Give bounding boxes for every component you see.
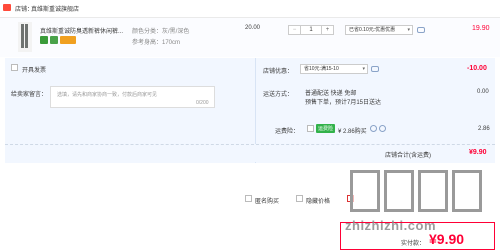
freight-insurance-checkbox[interactable] <box>307 125 314 132</box>
help-icon[interactable] <box>370 125 377 132</box>
shop-coupon-amount: -10.00 <box>467 65 487 72</box>
shipping-label: 运送方式： <box>263 92 294 98</box>
guarantee-icon <box>50 36 58 44</box>
shop-total-label: 店铺合计(含运费) <box>385 153 431 159</box>
coupon-info-icon[interactable] <box>371 66 379 72</box>
product-size: 参考身高：170cm <box>132 40 181 46</box>
paid-label: 实付款： <box>401 241 426 247</box>
anonymous-checkbox[interactable] <box>245 195 252 202</box>
item-discount-select[interactable]: 已省0.10元:优惠优惠 ▾ <box>345 25 413 35</box>
info-icon[interactable] <box>379 125 386 132</box>
unit-price: 20.00 <box>245 25 261 31</box>
chevron-down-icon: ▾ <box>362 66 365 72</box>
quantity-input[interactable]: 1 <box>301 26 321 34</box>
freight-insurance-price: ¥ 2.86购买 <box>338 129 367 135</box>
product-color: 颜色分类：灰/黑/深色 <box>132 29 190 35</box>
product-row: 真维斯重诚防臭透新裤休闲裤... 颜色分类：灰/黑/深色 参考身高：170cm … <box>0 17 500 57</box>
freight-insurance-badge: 运费险 <box>316 124 336 133</box>
message-label: 给卖家留言： <box>11 92 48 98</box>
message-icon[interactable] <box>417 27 425 33</box>
shop-name[interactable]: 真维斯重诚旗舰店 <box>31 4 79 13</box>
item-subtotal: 19.90 <box>472 25 490 32</box>
freight-insurance-amount: 2.86 <box>478 126 490 132</box>
seven-day-return-icon <box>40 36 48 44</box>
product-title[interactable]: 真维斯重诚防臭透新裤休闲裤... <box>40 26 123 35</box>
shipping-amount: 0.00 <box>477 89 489 95</box>
shop-header: 店铺： 真维斯重诚旗舰店 <box>0 0 500 14</box>
invoice-checkbox[interactable] <box>11 64 18 71</box>
shipping-method: 普通配送 快递 免邮 <box>305 91 357 97</box>
shop-coupon-select[interactable]: 省10元:满15-10 ▾ <box>300 64 368 74</box>
hide-price-label: 隐藏价格 <box>306 199 331 205</box>
shipping-note: 预售下单，预计7月15日送达 <box>305 100 382 106</box>
chevron-down-icon: ▾ <box>407 27 410 33</box>
seller-message-input[interactable]: 选填，请先和商家协商一致，付款后商家可见 0/200 <box>50 86 215 108</box>
seller-message-placeholder: 选填，请先和商家协商一致，付款后商家可见 <box>57 92 158 98</box>
shop-total-row: 店铺合计(含运费) ¥9.90 <box>5 144 495 162</box>
quantity-minus-button[interactable]: − <box>289 26 301 34</box>
anonymous-label: 匿名购买 <box>255 199 280 205</box>
shop-icon <box>3 4 11 11</box>
message-char-counter: 0/200 <box>196 100 209 106</box>
watermark-text: zhizhizhi.com <box>345 218 436 233</box>
shop-coupon-label: 店铺优惠： <box>263 69 294 75</box>
quantity-plus-button[interactable]: + <box>321 26 333 34</box>
quantity-stepper: − 1 + <box>288 25 334 35</box>
freight-insurance-label: 运费险： <box>275 129 300 135</box>
shop-total-amount: ¥9.90 <box>469 149 487 156</box>
hide-price-checkbox[interactable] <box>296 195 303 202</box>
invoice-label: 开具发票 <box>22 68 47 74</box>
paid-amount: ¥9.90 <box>429 231 465 247</box>
watermark-logo <box>350 170 500 215</box>
shop-coupon-value: 省10元:满15-10 <box>304 66 339 72</box>
credit-card-icon <box>60 36 76 44</box>
product-thumbnail[interactable] <box>18 22 32 52</box>
item-discount-value: 已省0.10元:优惠优惠 <box>349 27 396 33</box>
